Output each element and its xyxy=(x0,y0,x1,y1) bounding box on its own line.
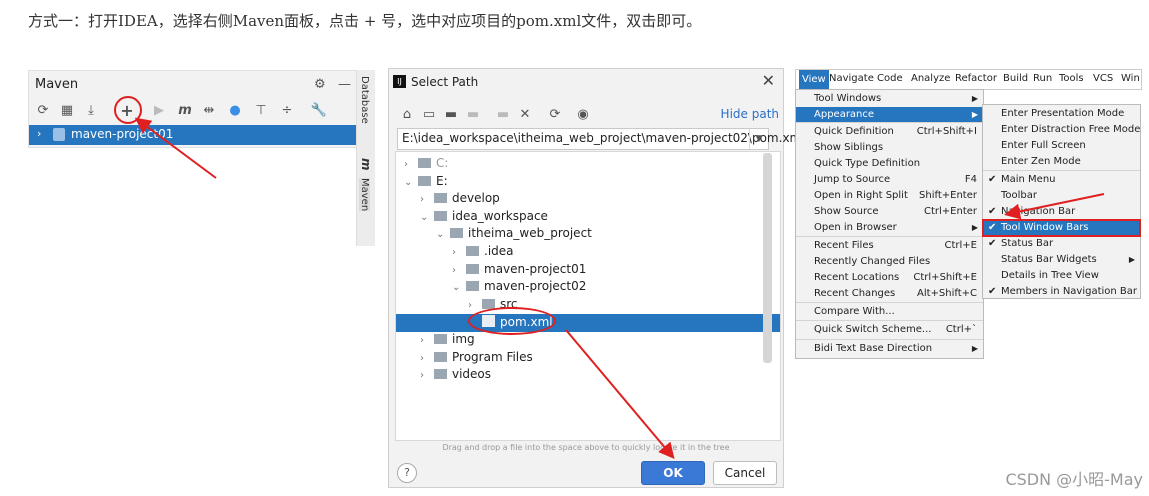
arrow-to-tool-window-bars xyxy=(1004,193,1105,220)
arrow-to-ok xyxy=(565,329,675,460)
annotation-arrows xyxy=(134,117,1105,460)
arrow-to-plus xyxy=(134,117,217,179)
